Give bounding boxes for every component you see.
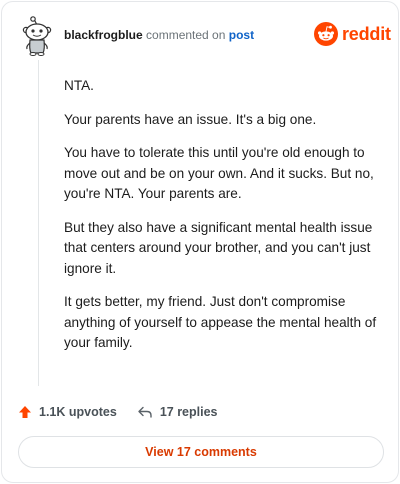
comment-paragraph: Your parents have an issue. It's a big o… bbox=[64, 111, 317, 127]
upvote-button[interactable]: 1.1K upvotes bbox=[18, 405, 117, 419]
reddit-logo[interactable]: reddit bbox=[314, 20, 391, 48]
view-comments-button[interactable]: View 17 comments bbox=[18, 436, 384, 468]
comment-card: blackfrogblue commented on post reddit N… bbox=[1, 1, 399, 483]
comment-paragraph: You have to tolerate this until you're o… bbox=[64, 145, 374, 201]
replies-button[interactable]: 17 replies bbox=[137, 405, 218, 419]
action-text: commented on bbox=[146, 28, 226, 42]
user-avatar[interactable] bbox=[21, 16, 55, 56]
comment-body: NTA. Your parents have an issue. It's a … bbox=[64, 76, 384, 367]
upvote-count: 1.1K upvotes bbox=[39, 405, 117, 419]
comment-paragraph: It gets better, my friend. Just don't co… bbox=[64, 294, 377, 350]
snoo-avatar-icon bbox=[22, 16, 52, 56]
comment-paragraph: But they also have a significant mental … bbox=[64, 219, 373, 276]
upvote-arrow-icon bbox=[19, 406, 31, 418]
reddit-wordmark: reddit bbox=[342, 23, 391, 44]
reply-arrow-icon bbox=[138, 406, 152, 418]
reddit-snoo-icon bbox=[314, 22, 338, 46]
comment-header: blackfrogblue commented on post bbox=[64, 27, 254, 43]
replies-count: 17 replies bbox=[159, 405, 218, 419]
thread-line bbox=[38, 60, 39, 386]
comment-paragraph: NTA. bbox=[64, 78, 94, 93]
username-link[interactable]: blackfrogblue bbox=[64, 28, 143, 42]
comment-actions: 1.1K upvotes 17 replies bbox=[18, 402, 218, 422]
post-link[interactable]: post bbox=[229, 28, 254, 42]
view-comments-label: View 17 comments bbox=[145, 445, 257, 459]
